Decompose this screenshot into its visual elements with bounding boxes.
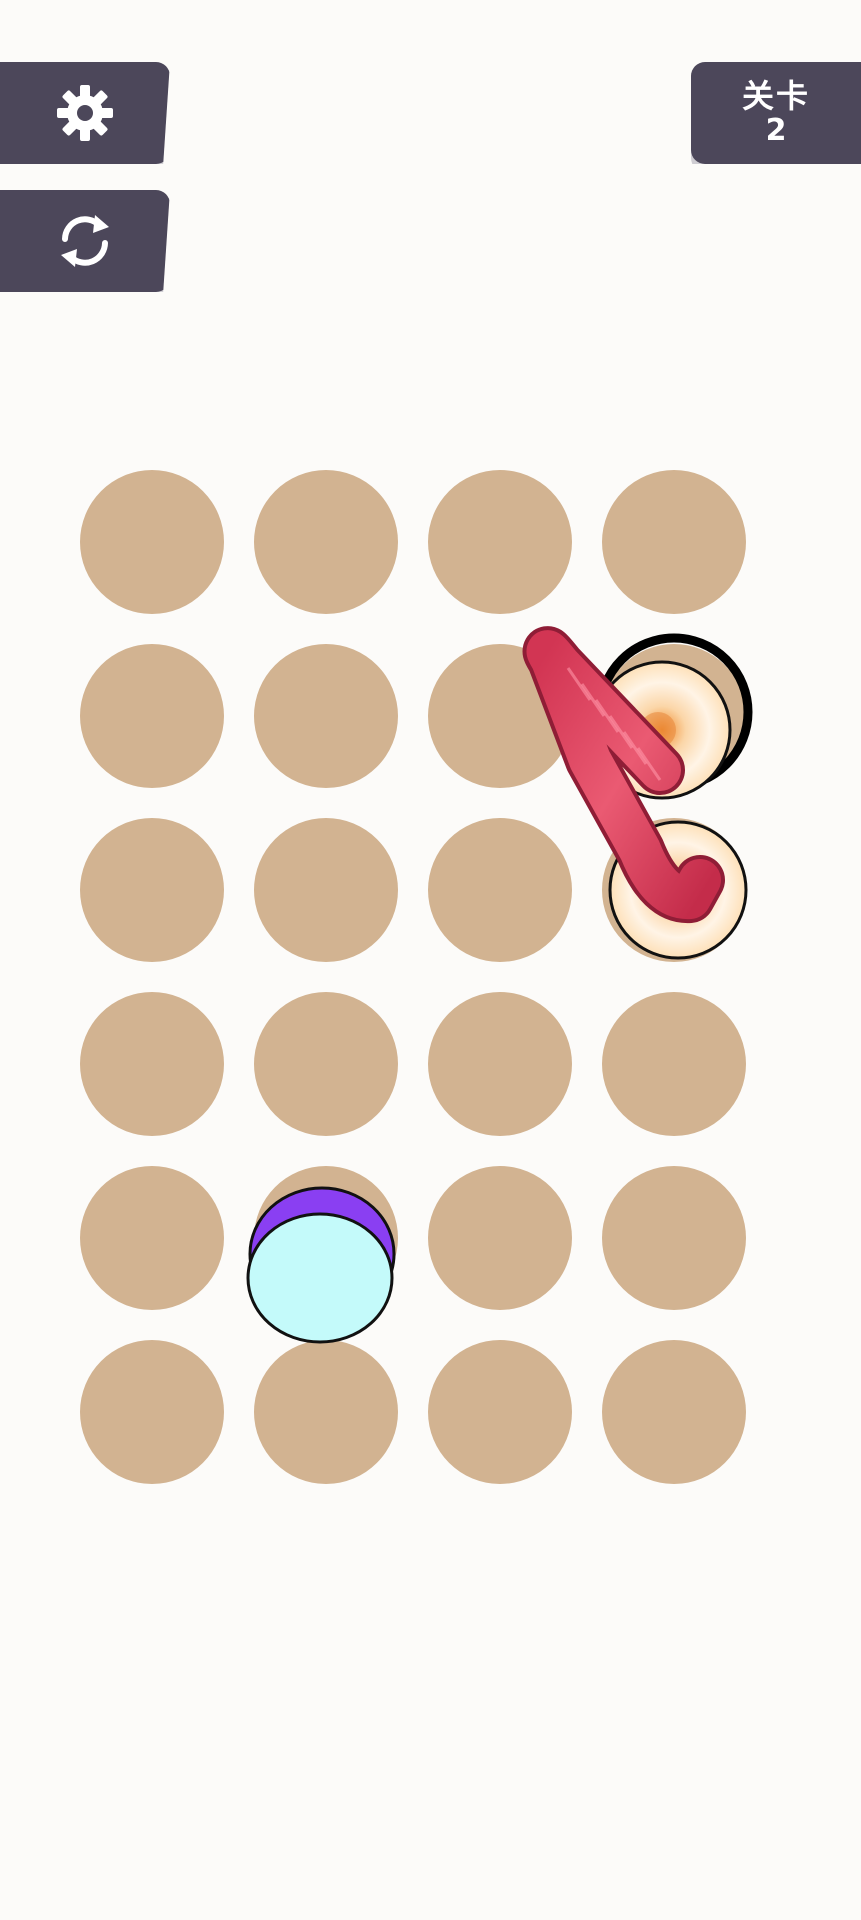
board-hole[interactable] [602,644,746,788]
level-label: 关卡 [741,76,810,115]
board-hole[interactable] [254,1166,398,1310]
board-hole[interactable] [602,1340,746,1484]
board-hole[interactable] [80,1340,224,1484]
board-hole[interactable] [602,1166,746,1310]
restart-icon [61,215,109,267]
board-hole[interactable] [428,644,572,788]
board-hole[interactable] [602,470,746,614]
board-hole[interactable] [254,470,398,614]
board-hole[interactable] [80,1166,224,1310]
settings-button[interactable] [0,62,170,164]
board-hole[interactable] [602,992,746,1136]
level-number: 2 [765,113,787,149]
board-hole[interactable] [428,470,572,614]
board-hole[interactable] [80,644,224,788]
board-hole[interactable] [602,818,746,962]
board-hole[interactable] [428,818,572,962]
level-indicator: 关卡 2 [691,62,861,164]
board-hole[interactable] [428,992,572,1136]
rope-texture [580,683,606,717]
board-hole[interactable] [254,1340,398,1484]
board-hole[interactable] [428,1166,572,1310]
hole-grid [80,470,746,1484]
board-hole[interactable] [80,992,224,1136]
restart-button[interactable] [0,190,170,292]
gear-icon [57,85,113,141]
board-hole[interactable] [254,818,398,962]
board-hole[interactable] [80,818,224,962]
board-hole[interactable] [428,1340,572,1484]
board-hole[interactable] [80,470,224,614]
board-hole[interactable] [254,992,398,1136]
board-hole[interactable] [254,644,398,788]
rope-texture [566,667,592,701]
